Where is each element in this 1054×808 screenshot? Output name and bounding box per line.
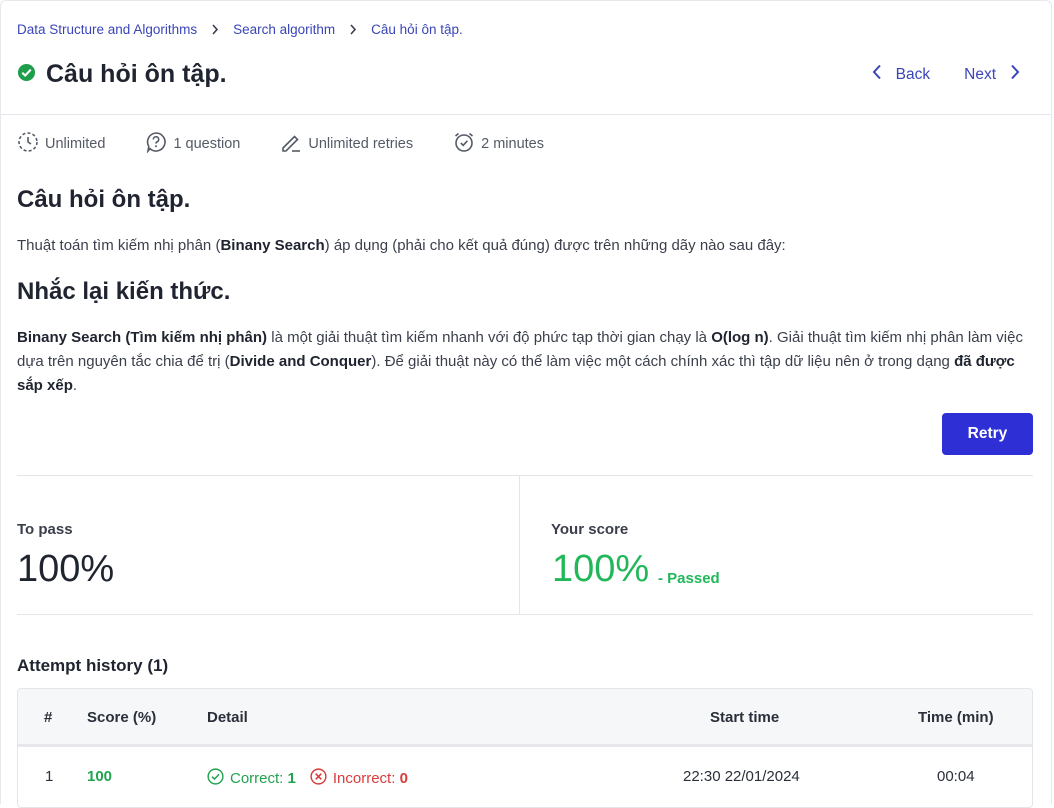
recap-heading: Nhắc lại kiến thức. xyxy=(17,278,231,305)
meta-timing: Unlimited xyxy=(17,131,105,157)
recap-text: Binany Search (Tìm kiếm nhị phân) là một… xyxy=(17,329,1023,394)
question-icon xyxy=(145,131,173,157)
your-score-label: Your score xyxy=(551,521,629,538)
check-circle-icon xyxy=(17,63,36,87)
meta-retries-label: Unlimited retries xyxy=(308,136,414,152)
col-number: # xyxy=(44,709,53,726)
chevron-right-icon xyxy=(211,24,219,35)
breadcrumb-current[interactable]: Câu hỏi ôn tập. xyxy=(371,22,463,37)
x-circle-outline-icon xyxy=(310,768,333,789)
breadcrumb-link-course[interactable]: Data Structure and Algorithms xyxy=(17,22,197,37)
to-pass-label: To pass xyxy=(17,521,73,538)
header-divider xyxy=(0,114,1052,115)
back-button[interactable]: Back xyxy=(872,64,930,85)
row-time: 00:04 xyxy=(937,768,975,785)
attempt-history-table: # Score (%) Detail Start time Time (min)… xyxy=(17,688,1033,808)
timer-dashed-icon xyxy=(17,131,45,157)
row-start-time: 22:30 22/01/2024 xyxy=(683,768,800,785)
incorrect-count: Incorrect: 0 xyxy=(310,768,408,789)
row-number: 1 xyxy=(45,768,54,785)
retry-button[interactable]: Retry xyxy=(942,413,1033,455)
chevron-right-icon xyxy=(349,24,357,35)
table-header: # Score (%) Detail Start time Time (min) xyxy=(18,689,1032,747)
next-label: Next xyxy=(964,65,996,83)
col-time: Time (min) xyxy=(918,709,994,726)
meta-duration: 2 minutes xyxy=(453,131,544,157)
title-row: Câu hỏi ôn tập. xyxy=(17,60,227,89)
lesson-navigation: Back Next xyxy=(872,64,1020,85)
alarm-clock-icon xyxy=(453,131,481,157)
row-score: 100 xyxy=(87,768,113,785)
back-label: Back xyxy=(895,65,931,83)
breadcrumb: Data Structure and Algorithms Search alg… xyxy=(17,22,463,37)
score-divider xyxy=(519,476,520,614)
page-frame xyxy=(0,0,1052,804)
next-button[interactable]: Next xyxy=(964,64,1020,85)
col-start-time: Start time xyxy=(710,709,780,726)
chevron-right-icon xyxy=(1010,64,1020,85)
meta-questions-label: 1 question xyxy=(173,136,241,152)
passed-status: - Passed xyxy=(658,570,720,587)
meta-timing-label: Unlimited xyxy=(45,136,106,152)
row-detail: Correct: 1 Incorrect: 0 xyxy=(207,768,408,789)
to-pass-value: 100% xyxy=(17,548,115,590)
breadcrumb-link-module[interactable]: Search algorithm xyxy=(233,22,335,37)
your-score-value: 100% xyxy=(552,548,650,590)
correct-count: Correct: 1 xyxy=(207,768,296,789)
col-detail: Detail xyxy=(207,709,248,726)
chevron-left-icon xyxy=(872,64,882,85)
score-summary: To pass 100% Your score 100% - Passed xyxy=(17,475,1033,615)
col-score: Score (%) xyxy=(87,709,157,726)
meta-retries: Unlimited retries xyxy=(280,131,413,157)
meta-duration-label: 2 minutes xyxy=(481,136,544,152)
pencil-icon xyxy=(280,131,308,157)
question-text: Thuật toán tìm kiếm nhị phân (Binany Sea… xyxy=(17,237,786,254)
check-circle-outline-icon xyxy=(207,768,230,789)
page-title: Câu hỏi ôn tập. xyxy=(46,60,227,88)
quiz-meta: Unlimited 1 question Unlimited retries 2… xyxy=(17,131,584,157)
meta-questions: 1 question xyxy=(145,131,240,157)
attempt-history-title: Attempt history (1) xyxy=(17,656,169,675)
question-heading: Câu hỏi ôn tập. xyxy=(17,186,191,213)
